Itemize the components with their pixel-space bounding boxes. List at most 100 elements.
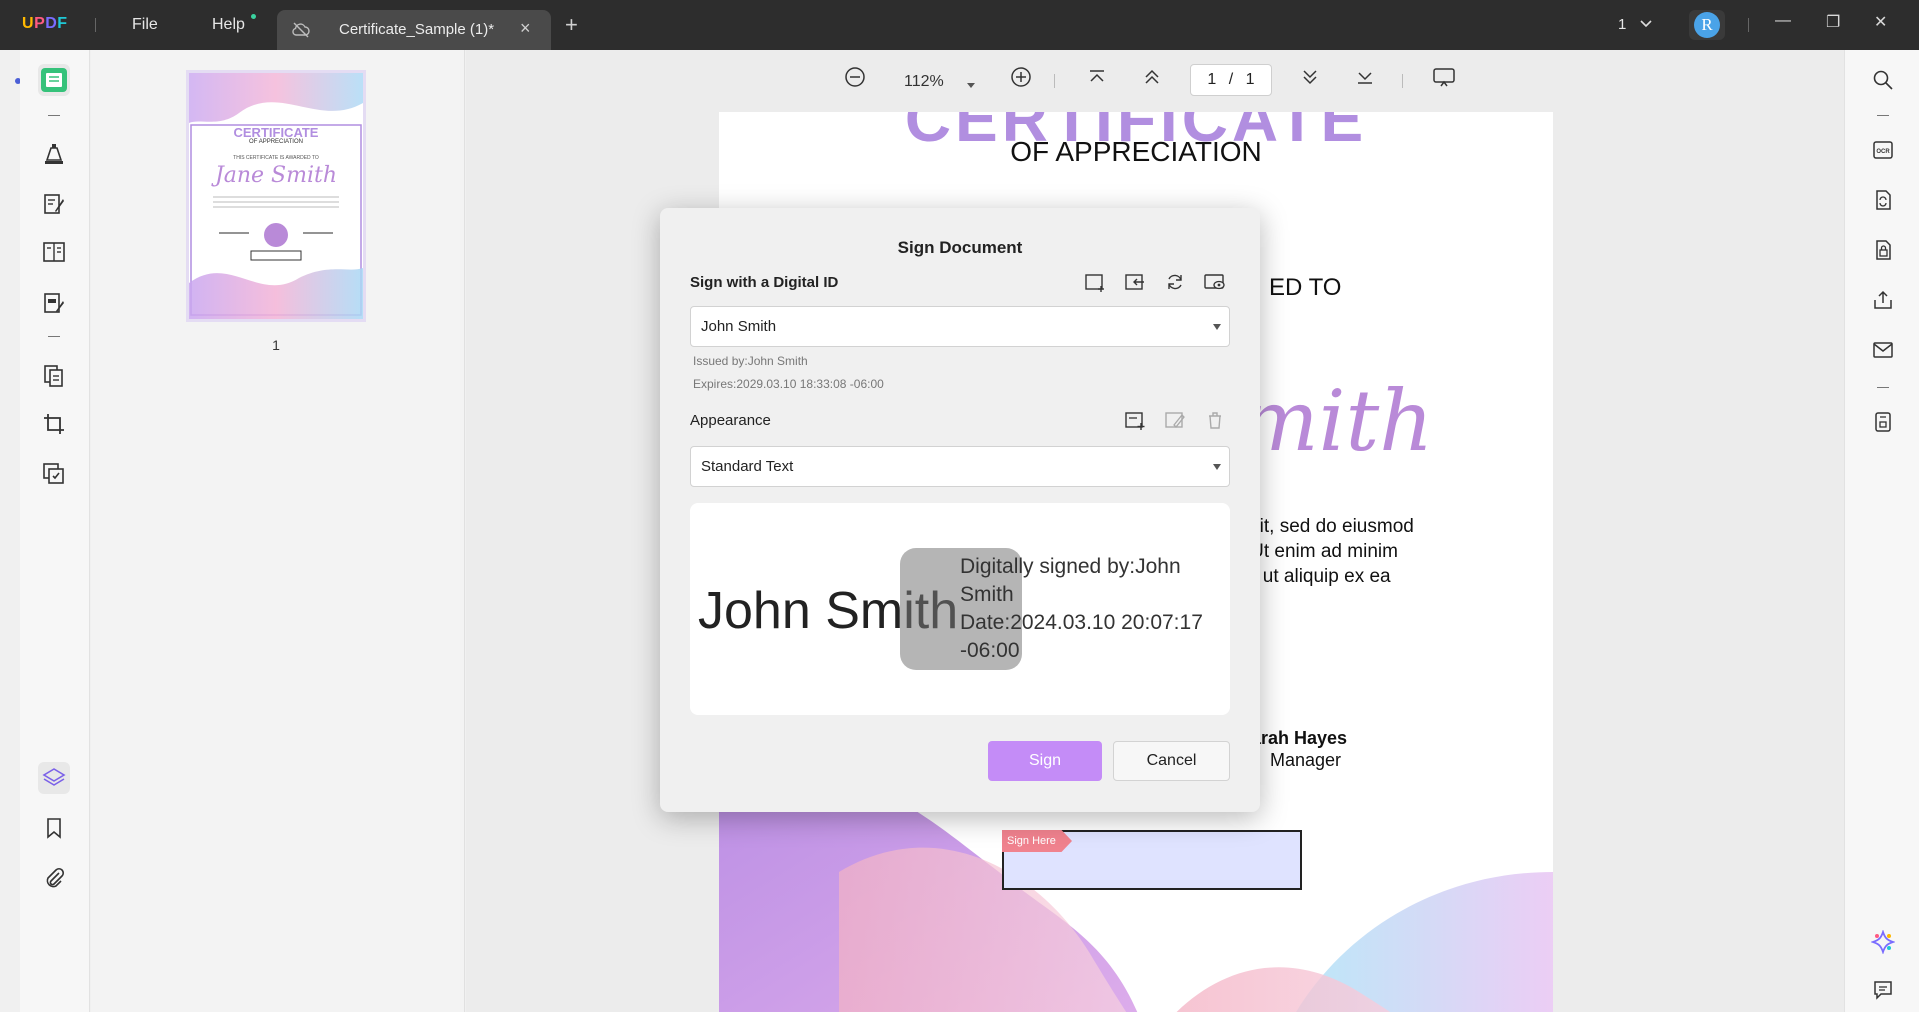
first-page-icon[interactable]	[1087, 66, 1107, 93]
svg-text:OCR: OCR	[1876, 149, 1890, 155]
appearance-value: Standard Text	[701, 458, 794, 475]
previous-page-icon[interactable]	[1142, 66, 1162, 93]
page-separator: /	[1228, 71, 1234, 88]
digital-id-label: Sign with a Digital ID	[690, 274, 839, 291]
ai-assistant-tool[interactable]	[1869, 928, 1897, 956]
crop-icon	[44, 414, 64, 434]
thumbnail-page-number: 1	[272, 337, 280, 353]
total-pages: 1	[1245, 71, 1255, 88]
presentation-icon[interactable]	[1432, 66, 1456, 93]
create-appearance-icon[interactable]	[1122, 407, 1148, 433]
zoom-level[interactable]: 112%	[904, 73, 944, 91]
signature-preview: John Smith Digitally signed by:John Smit…	[690, 503, 1230, 715]
page-number-input[interactable]: 1 / 1	[1190, 64, 1272, 96]
minimize-button[interactable]: —	[1775, 12, 1791, 30]
thumbnail-subtitle: OF APPRECIATION	[249, 139, 303, 145]
attachment-tool[interactable]	[38, 862, 70, 894]
expires-text: Expires:2029.03.10 18:33:08 -06:00	[693, 377, 884, 391]
tab-close-icon[interactable]: ×	[520, 18, 531, 39]
certificate-subtitle: OF APPRECIATION	[1010, 136, 1262, 167]
organize-pages-tool[interactable]	[38, 360, 70, 392]
delete-appearance-icon[interactable]	[1202, 407, 1228, 433]
page-thumbnail[interactable]: CERTIFICATE OF APPRECIATION THIS CERTIFI…	[186, 70, 366, 322]
chevron-down-icon	[1639, 20, 1652, 28]
toolbar-separator	[1877, 115, 1889, 116]
avatar-initial: R	[1694, 12, 1720, 38]
protect-pdf-tool[interactable]	[1869, 236, 1897, 264]
protect-tool[interactable]	[38, 458, 70, 490]
paperclip-icon	[46, 867, 65, 888]
edit-tool[interactable]	[38, 188, 70, 220]
toolbar-separator	[48, 336, 60, 337]
convert-icon	[1876, 190, 1891, 210]
preview-date-line: Date:2024.03.10 20:07:17	[960, 611, 1203, 634]
lock-file-icon	[1876, 240, 1891, 260]
view-toolbar-separator	[1054, 74, 1055, 88]
import-digital-id-icon[interactable]	[1122, 269, 1148, 295]
document-tab[interactable]: Certificate_Sample (1)* ×	[277, 10, 551, 50]
zoom-out-icon[interactable]	[844, 66, 866, 93]
menu-file[interactable]: File	[132, 16, 158, 34]
stack-pages-icon	[43, 463, 64, 484]
search-tool[interactable]	[1869, 66, 1897, 94]
share-icon	[1874, 290, 1892, 309]
next-page-icon[interactable]	[1300, 66, 1320, 93]
email-tool[interactable]	[1869, 336, 1897, 364]
search-icon	[1873, 70, 1893, 90]
sign-document-dialog: Sign Document Sign with a Digital ID Joh…	[660, 208, 1260, 812]
appearance-select[interactable]: Standard Text	[690, 446, 1230, 487]
page-switcher-count: 1	[1618, 16, 1627, 33]
form-icon	[44, 293, 64, 313]
preview-date-line: -06:00	[960, 639, 1020, 662]
preview-signed-by-line: Digitally signed by:John	[960, 555, 1181, 578]
page-layout-tool[interactable]	[38, 236, 70, 268]
save-tool[interactable]	[1869, 408, 1897, 436]
menu-help[interactable]: Help	[212, 16, 245, 34]
crop-tool[interactable]	[38, 408, 70, 440]
close-window-button[interactable]: ✕	[1874, 12, 1887, 32]
signer-role: Manager	[1270, 750, 1342, 770]
last-page-icon[interactable]	[1355, 66, 1375, 93]
thumbnail-name: Jane Smith	[214, 163, 338, 188]
thumbnail-artwork	[189, 73, 363, 319]
reader-tool[interactable]	[38, 64, 70, 96]
toolbar-separator	[48, 115, 60, 116]
add-digital-id-icon[interactable]	[1082, 269, 1108, 295]
page-switcher[interactable]: 1	[1618, 16, 1653, 33]
toolbar-separator	[1877, 387, 1889, 388]
ai-assistant-icon	[1871, 930, 1895, 954]
digital-id-value: John Smith	[701, 318, 777, 335]
cloud-off-icon	[291, 21, 311, 44]
dropdown-arrow-icon	[1213, 464, 1221, 470]
digital-id-select[interactable]: John Smith	[690, 306, 1230, 347]
dropdown-arrow-icon	[1213, 324, 1221, 330]
convert-tool[interactable]	[1869, 186, 1897, 214]
preview-signed-by-line: Smith	[960, 583, 1014, 606]
sign-here-tag[interactable]: Sign Here	[1002, 830, 1072, 852]
view-toolbar-separator	[1402, 74, 1403, 88]
comments-tool[interactable]	[1869, 976, 1897, 1004]
cancel-button[interactable]: Cancel	[1113, 741, 1230, 781]
restore-button[interactable]: ❐	[1826, 12, 1840, 32]
comment-tool[interactable]	[38, 138, 70, 170]
share-tool[interactable]	[1869, 286, 1897, 314]
certificate-recipient-name: mith	[1239, 372, 1434, 470]
view-certificate-icon[interactable]	[1202, 269, 1228, 295]
zoom-in-icon[interactable]	[1010, 66, 1032, 93]
bookmark-tool[interactable]	[38, 812, 70, 844]
layers-tool[interactable]	[38, 762, 70, 794]
form-tool[interactable]	[38, 287, 70, 319]
title-bar: UPDF File Help Certificate_Sample (1)* ×…	[0, 0, 1919, 50]
updf-logo[interactable]: UPDF	[22, 15, 68, 33]
zoom-dropdown-icon[interactable]	[966, 77, 976, 95]
avatar[interactable]: R	[1689, 10, 1725, 40]
refresh-icon[interactable]	[1162, 269, 1188, 295]
ocr-tool[interactable]: OCR	[1869, 136, 1897, 164]
new-tab-button[interactable]: +	[565, 14, 578, 36]
thumbnail-title: CERTIFICATE	[233, 125, 319, 140]
bookmark-icon	[47, 818, 61, 839]
appearance-label: Appearance	[690, 412, 771, 429]
preview-signature-details: Digitally signed by:John Smith Date:2024…	[960, 553, 1220, 665]
sign-button[interactable]: Sign	[988, 741, 1102, 781]
edit-appearance-icon[interactable]	[1162, 407, 1188, 433]
